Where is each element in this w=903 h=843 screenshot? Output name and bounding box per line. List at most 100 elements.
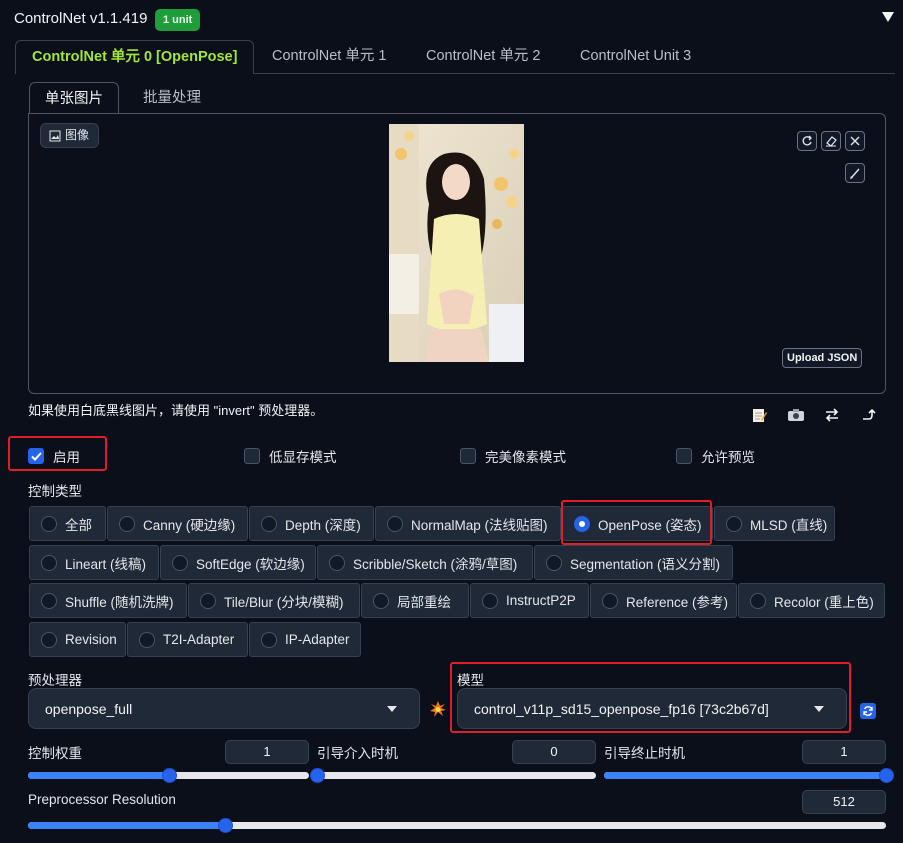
radio-label: IP-Adapter (285, 632, 350, 647)
radio-recolor[interactable] (750, 592, 766, 609)
control-type-all[interactable]: 全部 (29, 506, 106, 541)
radio-all[interactable] (41, 515, 57, 532)
model-dropdown[interactable]: control_v11p_sd15_openpose_fp16 [73c2b67… (457, 688, 847, 729)
start-step-slider[interactable] (310, 768, 596, 783)
control-type-label: 控制类型 (28, 484, 82, 499)
control-type-recolor[interactable]: Recolor (重上色) (738, 583, 885, 618)
radio-normalmap[interactable] (387, 515, 403, 532)
clear-button[interactable] (845, 131, 865, 151)
control-type-t2i-adapter[interactable]: T2I-Adapter (127, 622, 248, 657)
radio-label: Scribble/Sketch (涂鸦/草图) (353, 556, 518, 572)
radio-depth[interactable] (261, 515, 277, 532)
radio-inpaint[interactable] (373, 592, 389, 609)
preprocessor-label: 预处理器 (28, 673, 82, 688)
control-type-shuffle[interactable]: Shuffle (随机洗牌) (29, 583, 187, 618)
control-weight-input[interactable]: 1 (225, 740, 309, 764)
collapse-triangle-icon[interactable] (881, 8, 895, 24)
end-step-slider[interactable] (604, 768, 894, 783)
unit-count-badge: 1 unit (155, 9, 201, 31)
control-type-ip-adapter[interactable]: IP-Adapter (249, 622, 361, 657)
control-type-lineart[interactable]: Lineart (线稿) (29, 545, 159, 580)
radio-label: Recolor (重上色) (774, 594, 874, 610)
send-dimensions-button[interactable] (859, 405, 879, 425)
tab-unit-2[interactable]: ControlNet 单元 2 (410, 40, 556, 73)
radio-label: Depth (深度) (285, 517, 361, 533)
preprocessor-dropdown[interactable]: openpose_full (28, 688, 420, 729)
radio-label: Revision (65, 632, 117, 647)
allow-preview-label: 允许预览 (701, 450, 755, 465)
swap-arrows-icon (825, 408, 839, 422)
radio-reference[interactable] (602, 592, 618, 609)
control-type-inpaint[interactable]: 局部重绘 (361, 583, 469, 618)
tab-single-image[interactable]: 单张图片 (29, 82, 119, 115)
control-type-scribble[interactable]: Scribble/Sketch (涂鸦/草图) (317, 545, 533, 580)
mirror-button[interactable] (822, 405, 842, 425)
end-step-label: 引导终止时机 (604, 746, 685, 761)
radio-ip-adapter[interactable] (261, 631, 277, 648)
low-vram-box[interactable] (244, 448, 260, 464)
undo-button[interactable] (797, 131, 817, 151)
control-type-segmentation[interactable]: Segmentation (语义分割) (534, 545, 733, 580)
pixel-perfect-box[interactable] (460, 448, 476, 464)
image-label-text: 图像 (65, 128, 90, 142)
start-step-input[interactable]: 0 (512, 740, 596, 764)
camera-icon (788, 409, 804, 421)
image-icon (49, 130, 61, 141)
input-photo (389, 124, 524, 362)
radio-mlsd[interactable] (726, 515, 742, 532)
tab-unit-1[interactable]: ControlNet 单元 1 (256, 40, 402, 73)
eraser-button[interactable] (821, 131, 841, 151)
low-vram-label: 低显存模式 (269, 450, 337, 465)
control-type-depth[interactable]: Depth (深度) (249, 506, 374, 541)
image-label: 图像 (40, 123, 100, 148)
run-preprocessor-button[interactable] (430, 701, 446, 717)
refresh-models-button[interactable] (860, 703, 876, 719)
close-icon (850, 136, 860, 146)
upload-json-button[interactable]: Upload JSON (782, 348, 863, 368)
radio-shuffle[interactable] (41, 592, 57, 609)
radio-instructp2p[interactable] (482, 592, 498, 609)
radio-lineart[interactable] (41, 554, 57, 571)
tab-unit-0[interactable]: ControlNet 单元 0 [OpenPose] (15, 40, 255, 74)
low-vram-checkbox[interactable]: 低显存模式 (244, 446, 337, 466)
undo-icon (802, 135, 812, 146)
enable-checkbox[interactable]: 启用 (28, 446, 80, 466)
control-type-normalmap[interactable]: NormalMap (法线贴图) (375, 506, 561, 541)
radio-t2i-adapter[interactable] (139, 631, 155, 648)
radio-canny[interactable] (119, 515, 135, 532)
brush-button[interactable] (845, 163, 865, 183)
resolution-label: Preprocessor Resolution (28, 792, 176, 807)
webcam-button[interactable] (786, 405, 806, 425)
tab-unit-3[interactable]: ControlNet Unit 3 (564, 40, 707, 73)
explosion-icon (430, 701, 446, 717)
brush-icon (850, 168, 860, 179)
control-type-reference[interactable]: Reference (参考) (590, 583, 737, 618)
control-type-revision[interactable]: Revision (29, 622, 126, 657)
control-type-canny[interactable]: Canny (硬边缘) (107, 506, 248, 541)
radio-label: Canny (硬边缘) (143, 517, 236, 533)
control-type-instructp2p[interactable]: InstructP2P (470, 583, 589, 618)
openpose-highlight (561, 500, 712, 545)
radio-scribble[interactable] (329, 554, 345, 571)
radio-label: NormalMap (法线贴图) (411, 517, 548, 533)
allow-preview-checkbox[interactable]: 允许预览 (676, 446, 755, 466)
start-step-label: 引导介入时机 (317, 746, 398, 761)
control-type-tile[interactable]: Tile/Blur (分块/模糊) (188, 583, 360, 618)
enable-check-icon[interactable] (28, 448, 44, 464)
end-step-input[interactable]: 1 (802, 740, 886, 764)
resolution-slider[interactable] (28, 818, 886, 833)
control-type-mlsd[interactable]: MLSD (直线) (714, 506, 835, 541)
chevron-down-icon (814, 706, 824, 712)
resolution-input[interactable]: 512 (802, 790, 886, 814)
radio-revision[interactable] (41, 631, 57, 648)
allow-preview-box[interactable] (676, 448, 692, 464)
radio-softedge[interactable] (172, 554, 188, 571)
pixel-perfect-checkbox[interactable]: 完美像素模式 (460, 446, 566, 466)
chevron-down-icon (387, 706, 397, 712)
control-type-softedge[interactable]: SoftEdge (软边缘) (160, 545, 316, 580)
radio-segmentation[interactable] (546, 554, 562, 571)
tab-batch[interactable]: 批量处理 (128, 82, 216, 114)
radio-tile[interactable] (200, 592, 216, 609)
edit-notes-button[interactable] (749, 405, 769, 425)
control-weight-slider[interactable] (28, 768, 309, 783)
